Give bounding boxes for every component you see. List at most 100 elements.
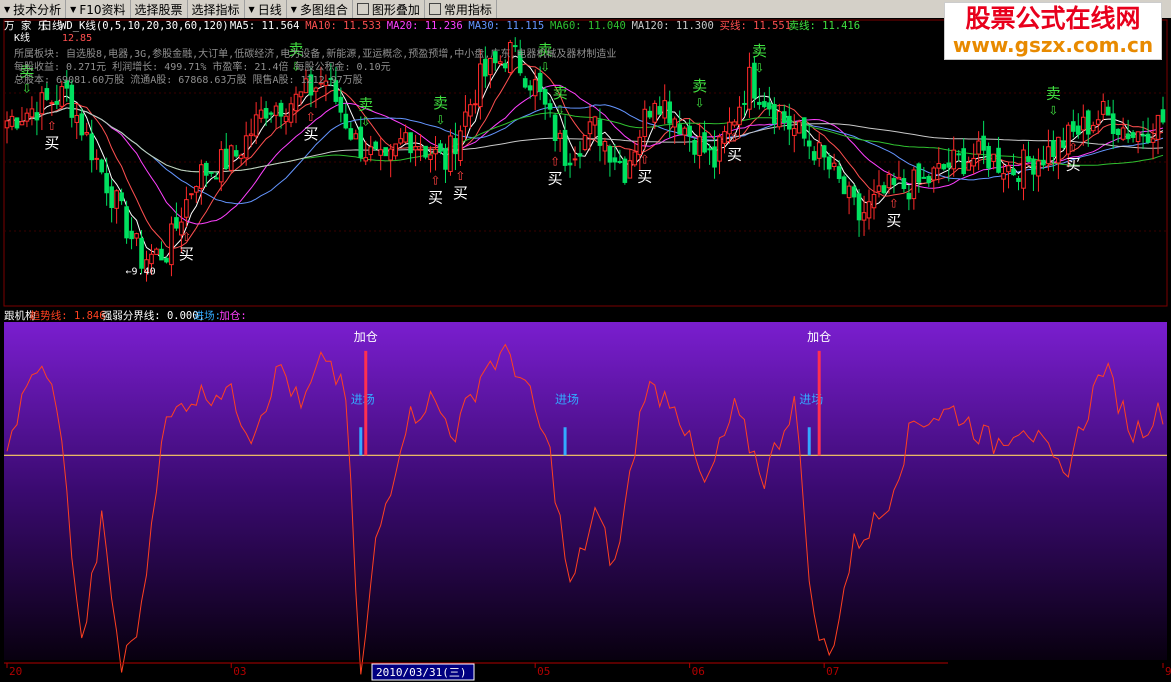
candle-body xyxy=(24,112,30,122)
x-tick-label: 05 xyxy=(537,665,550,678)
toolbar-item-label: F10资料 xyxy=(79,2,126,17)
buy-signal-label: 买 xyxy=(428,189,443,207)
toolbar-item-0[interactable]: ▼ 技术分析 xyxy=(0,0,67,18)
candle-body xyxy=(298,91,304,98)
buy-arrow-icon: ⇧ xyxy=(550,154,560,168)
add-marker-label: 加仓 xyxy=(807,330,831,344)
sell-arrow-icon: ⇩ xyxy=(695,96,705,110)
sell-signal-label: 卖 xyxy=(692,77,707,95)
candle-body xyxy=(732,121,737,126)
entry-legend-label: 进场: xyxy=(194,309,221,322)
candle-body xyxy=(109,186,114,209)
candle-body xyxy=(428,154,433,160)
candle-body xyxy=(29,108,35,118)
toolbar-item-6[interactable]: 图形叠加 xyxy=(353,0,425,18)
candle-body xyxy=(702,132,707,153)
candle-body xyxy=(871,193,877,209)
candle-body xyxy=(652,102,658,123)
candle-body xyxy=(861,212,867,221)
ma-value-label: 买线: 11.551 xyxy=(720,19,792,32)
candle-body xyxy=(602,140,608,152)
candle-body xyxy=(1016,177,1021,182)
candle-body xyxy=(1140,134,1146,137)
buy-arrow-icon: ⇧ xyxy=(729,130,739,144)
sell-arrow-icon: ⇩ xyxy=(361,114,371,128)
buy-arrow-icon: ⇧ xyxy=(306,110,316,124)
toolbar-item-3[interactable]: 选择指标 xyxy=(188,0,245,18)
candle-body xyxy=(238,154,244,159)
buy-signal-label: 买 xyxy=(453,184,468,202)
buy-arrow-icon: ⇧ xyxy=(47,119,57,133)
candle-body xyxy=(189,193,194,196)
low-price-label: ←9.40 xyxy=(126,266,156,277)
candle-body xyxy=(4,120,10,129)
watermark-logo: 股票公式在线网 www.gszx.com.cn xyxy=(944,2,1162,60)
candle-body xyxy=(388,148,393,161)
candle-body xyxy=(398,138,403,144)
candle-body xyxy=(283,115,289,123)
candle-body xyxy=(34,112,40,121)
toolbar-item-label: 技术分析 xyxy=(13,2,62,17)
toolbar-item-label: 选择股票 xyxy=(134,2,183,17)
candle-body xyxy=(557,132,563,139)
candle-body xyxy=(1080,116,1086,131)
candle-body xyxy=(343,113,349,129)
candle-body xyxy=(617,160,623,163)
candle-body xyxy=(278,102,284,117)
candle-body xyxy=(139,237,144,269)
candle-body xyxy=(488,57,493,76)
candle-body xyxy=(881,185,887,194)
candle-body xyxy=(682,127,687,136)
toolbar-item-5[interactable]: ▼ 多图组合 xyxy=(287,0,353,18)
stock-info-line: 总股本: 69081.60万股 流通A股: 67868.63万股 限售A股: 1… xyxy=(14,73,363,86)
candle-body xyxy=(572,158,578,161)
candle-body xyxy=(1085,110,1091,135)
chart-canvas: ←9.40 卖⇩卖⇩卖⇩卖⇩卖⇩卖⇩卖⇩卖⇩卖⇩⇧买⇧买⇧买⇧买⇧买⇧买⇧买⇧买… xyxy=(0,18,1171,682)
candle-body xyxy=(582,135,588,151)
candle-body xyxy=(886,173,892,189)
candle-body xyxy=(1115,128,1121,136)
candle-body xyxy=(1006,165,1011,173)
candle-body xyxy=(991,153,996,162)
toolbar-item-label: 图形叠加 xyxy=(371,2,420,17)
toolbar-item-2[interactable]: 选择股票 xyxy=(131,0,188,18)
candle-body xyxy=(1075,125,1081,135)
candle-body xyxy=(468,104,473,117)
candle-body xyxy=(931,167,937,181)
add-marker-label: 加仓 xyxy=(354,330,378,344)
candle-body xyxy=(597,119,603,146)
buy-signal-label: 买 xyxy=(727,145,742,163)
candle-body xyxy=(1130,132,1136,138)
candle-body xyxy=(936,163,942,169)
add-legend-label: 加仓: xyxy=(219,309,246,322)
candle-body xyxy=(786,115,792,130)
candle-body xyxy=(104,173,109,194)
entry-bar xyxy=(563,427,567,456)
toolbar-item-7[interactable]: 常用指标 xyxy=(425,0,497,18)
candle-body xyxy=(916,163,922,183)
candle-body xyxy=(218,149,224,183)
candle-body xyxy=(129,230,134,240)
candle-body xyxy=(473,103,478,106)
sub-panel-background xyxy=(4,322,1167,660)
candle-body xyxy=(1051,140,1056,157)
candle-body xyxy=(54,100,60,105)
candle-body xyxy=(164,257,169,263)
toolbar-item-1[interactable]: ▼ F10资料 xyxy=(66,0,131,18)
candle-body xyxy=(926,175,932,184)
candle-body xyxy=(612,157,618,163)
buy-arrow-icon: ⇧ xyxy=(181,230,191,244)
candle-body xyxy=(49,102,55,105)
candle-body xyxy=(956,153,962,156)
candle-body xyxy=(273,105,279,116)
candle-body xyxy=(906,192,912,200)
toolbar-item-4[interactable]: ▼ 日线 xyxy=(245,0,287,18)
candle-body xyxy=(1001,173,1006,180)
entry-marker-label: 进场 xyxy=(351,392,375,406)
candle-body xyxy=(866,201,872,219)
sell-signal-label: 卖 xyxy=(1046,84,1061,102)
candle-body xyxy=(951,149,957,170)
candle-body xyxy=(223,148,229,169)
candle-body xyxy=(1061,140,1066,148)
candle-body xyxy=(1041,159,1046,166)
